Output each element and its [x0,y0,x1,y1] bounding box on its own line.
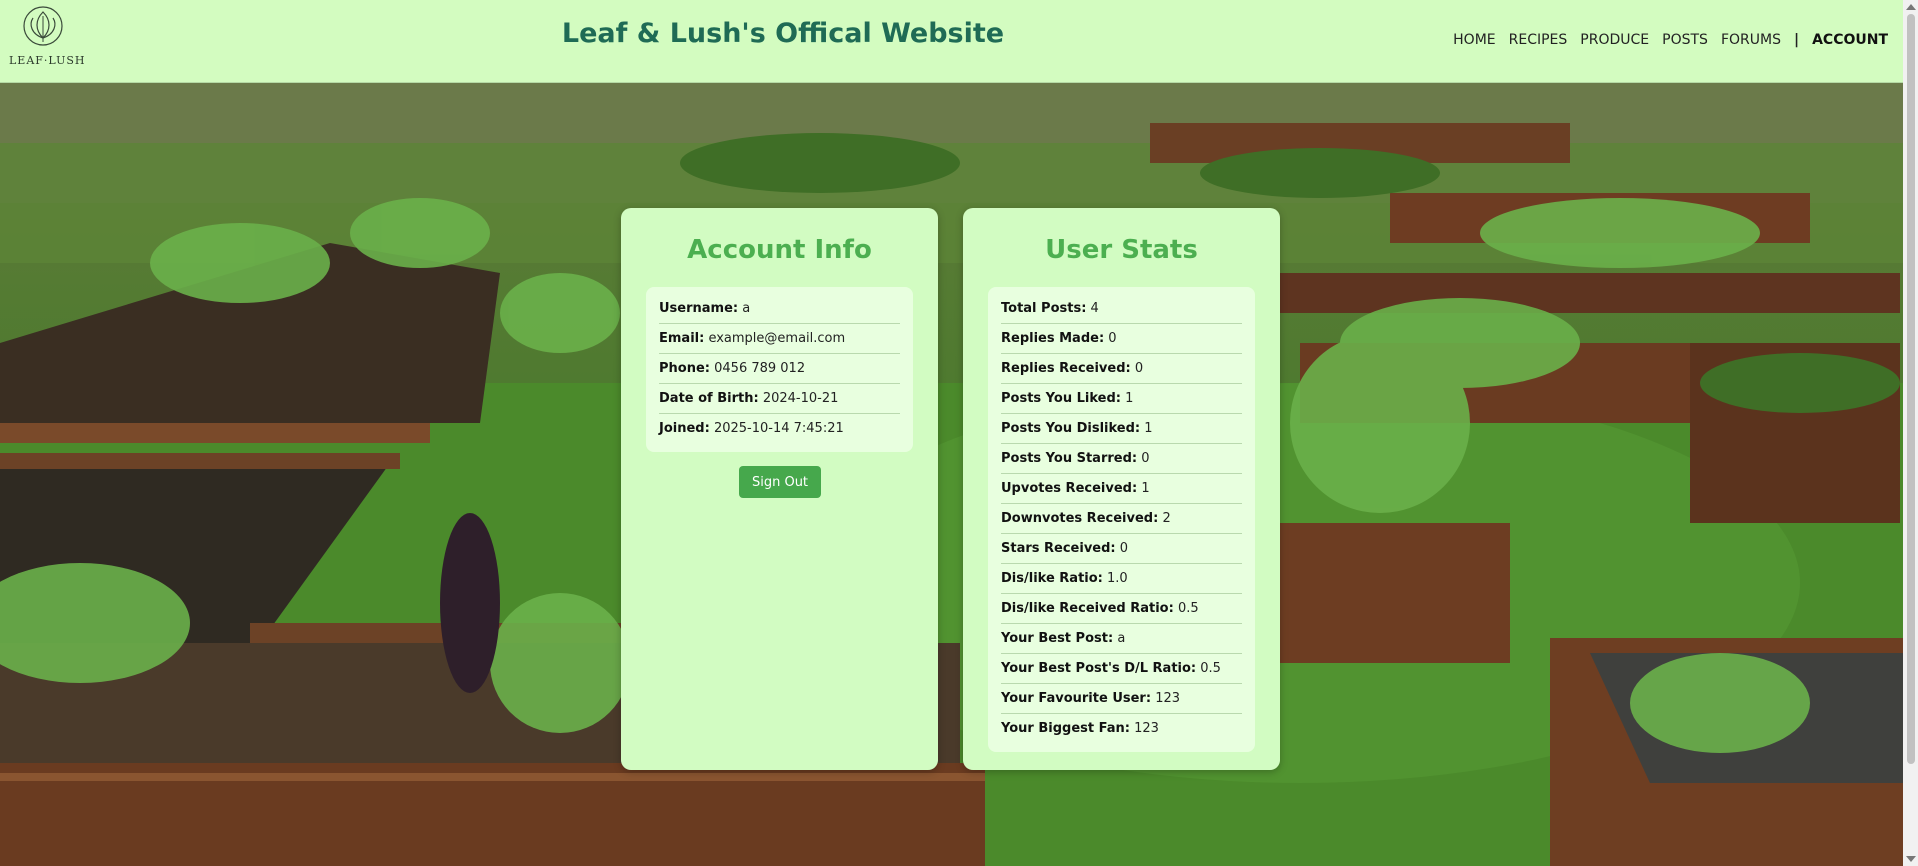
row-value: 0 [1141,451,1150,466]
row-label: Username: [659,301,739,316]
account-row-joined: Joined: 2025-10-14 7:45:21 [659,415,900,443]
row-value: a [742,301,751,316]
account-info-card: Account Info Username: a Email: example@… [621,208,938,770]
nav-forums[interactable]: FORUMS [1721,32,1781,48]
stats-row: Upvotes Received: 1 [1001,475,1242,504]
row-label: Replies Made: [1001,331,1105,346]
account-row-username: Username: a [659,295,900,324]
row-label: Posts You Starred: [1001,451,1138,466]
row-label: Your Favourite User: [1001,691,1152,706]
stats-row: Dis/like Ratio: 1.0 [1001,565,1242,594]
row-value: 0 [1119,541,1129,556]
row-label: Downvotes Received: [1001,511,1159,526]
row-value: 1 [1141,481,1150,496]
row-value: a [1117,631,1126,646]
page-scrollbar[interactable] [1903,0,1918,866]
account-row-dob: Date of Birth: 2024-10-21 [659,385,900,414]
row-label: Dis/like Ratio: [1001,571,1103,586]
row-value: 4 [1090,301,1099,316]
leaf-logo-icon [23,6,63,46]
user-stats-list: Total Posts: 4 Replies Made: 0 Replies Rec… [988,287,1255,752]
logo-text: LEAF·LUSH [9,54,86,67]
row-value: 2025-10-14 7:45:21 [713,421,844,436]
row-value: 0.5 [1200,661,1221,676]
row-value: example@email.com [708,331,846,346]
row-value: 0 [1134,361,1144,376]
nav-produce[interactable]: PRODUCE [1580,32,1649,48]
site-logo[interactable]: LEAF·LUSH [9,4,86,70]
main-nav: HOME RECIPES PRODUCE POSTS FORUMS | ACCO… [1453,32,1888,48]
row-value: 1.0 [1107,571,1128,586]
row-label: Joined: [659,421,710,436]
row-label: Posts You Liked: [1001,391,1121,406]
stats-row: Replies Made: 0 [1001,325,1242,354]
nav-separator: | [1793,32,1800,48]
stats-row: Your Biggest Fan: 123 [1001,715,1242,743]
row-label: Email: [659,331,705,346]
row-label: Posts You Disliked: [1001,421,1141,436]
row-value: 123 [1134,721,1159,736]
row-value: 0.5 [1177,601,1199,616]
account-info-heading: Account Info [687,235,872,265]
stats-row: Your Best Post's D/L Ratio: 0.5 [1001,655,1242,684]
stats-row: Stars Received: 0 [1001,535,1242,564]
row-label: Upvotes Received: [1001,481,1138,496]
row-value: 1 [1125,391,1134,406]
stats-row: Your Best Post: a [1001,625,1242,654]
row-label: Your Biggest Fan: [1001,721,1130,736]
row-label: Stars Received: [1001,541,1116,556]
account-row-email: Email: example@email.com [659,325,900,354]
stats-row: Posts You Liked: 1 [1001,385,1242,414]
row-value: 123 [1155,691,1181,706]
row-value: 2024-10-21 [762,391,839,406]
scrollbar-thumb[interactable] [1907,14,1915,764]
row-value: 0 [1108,331,1117,346]
nav-account[interactable]: ACCOUNT [1812,32,1888,48]
sign-out-button[interactable]: Sign Out [739,466,821,498]
row-label: Date of Birth: [659,391,759,406]
row-value: 0456 789 012 [714,361,806,376]
account-info-list: Username: a Email: example@email.com Pho… [646,287,913,452]
nav-posts[interactable]: POSTS [1662,32,1708,48]
stats-row: Posts You Starred: 0 [1001,445,1242,474]
site-header: LEAF·LUSH Leaf & Lush's Offical Website … [0,0,1903,83]
row-label: Total Posts: [1001,301,1087,316]
row-label: Your Best Post: [1001,631,1114,646]
stats-row: Your Favourite User: 123 [1001,685,1242,714]
scroll-down-arrow-icon[interactable] [1906,856,1916,862]
stats-row: Replies Received: 0 [1001,355,1242,384]
row-label: Your Best Post's D/L Ratio: [1001,661,1197,676]
account-row-phone: Phone: 0456 789 012 [659,355,900,384]
stats-row: Dis/like Received Ratio: 0.5 [1001,595,1242,624]
user-stats-heading: User Stats [1045,235,1198,265]
row-value: 1 [1144,421,1153,436]
user-stats-card: User Stats Total Posts: 4 Replies Made: 0… [963,208,1280,770]
scroll-up-arrow-icon[interactable] [1906,4,1916,10]
stats-row: Total Posts: 4 [1001,295,1242,324]
row-value: 2 [1162,511,1171,526]
stats-row: Downvotes Received: 2 [1001,505,1242,534]
site-title: Leaf & Lush's Offical Website [561,18,1005,49]
row-label: Phone: [659,361,710,376]
nav-recipes[interactable]: RECIPES [1509,32,1568,48]
stats-row: Posts You Disliked: 1 [1001,415,1242,444]
garden-background-image [0,83,1903,866]
row-label: Replies Received: [1001,361,1131,376]
nav-home[interactable]: HOME [1453,32,1495,48]
row-label: Dis/like Received Ratio: [1001,601,1174,616]
